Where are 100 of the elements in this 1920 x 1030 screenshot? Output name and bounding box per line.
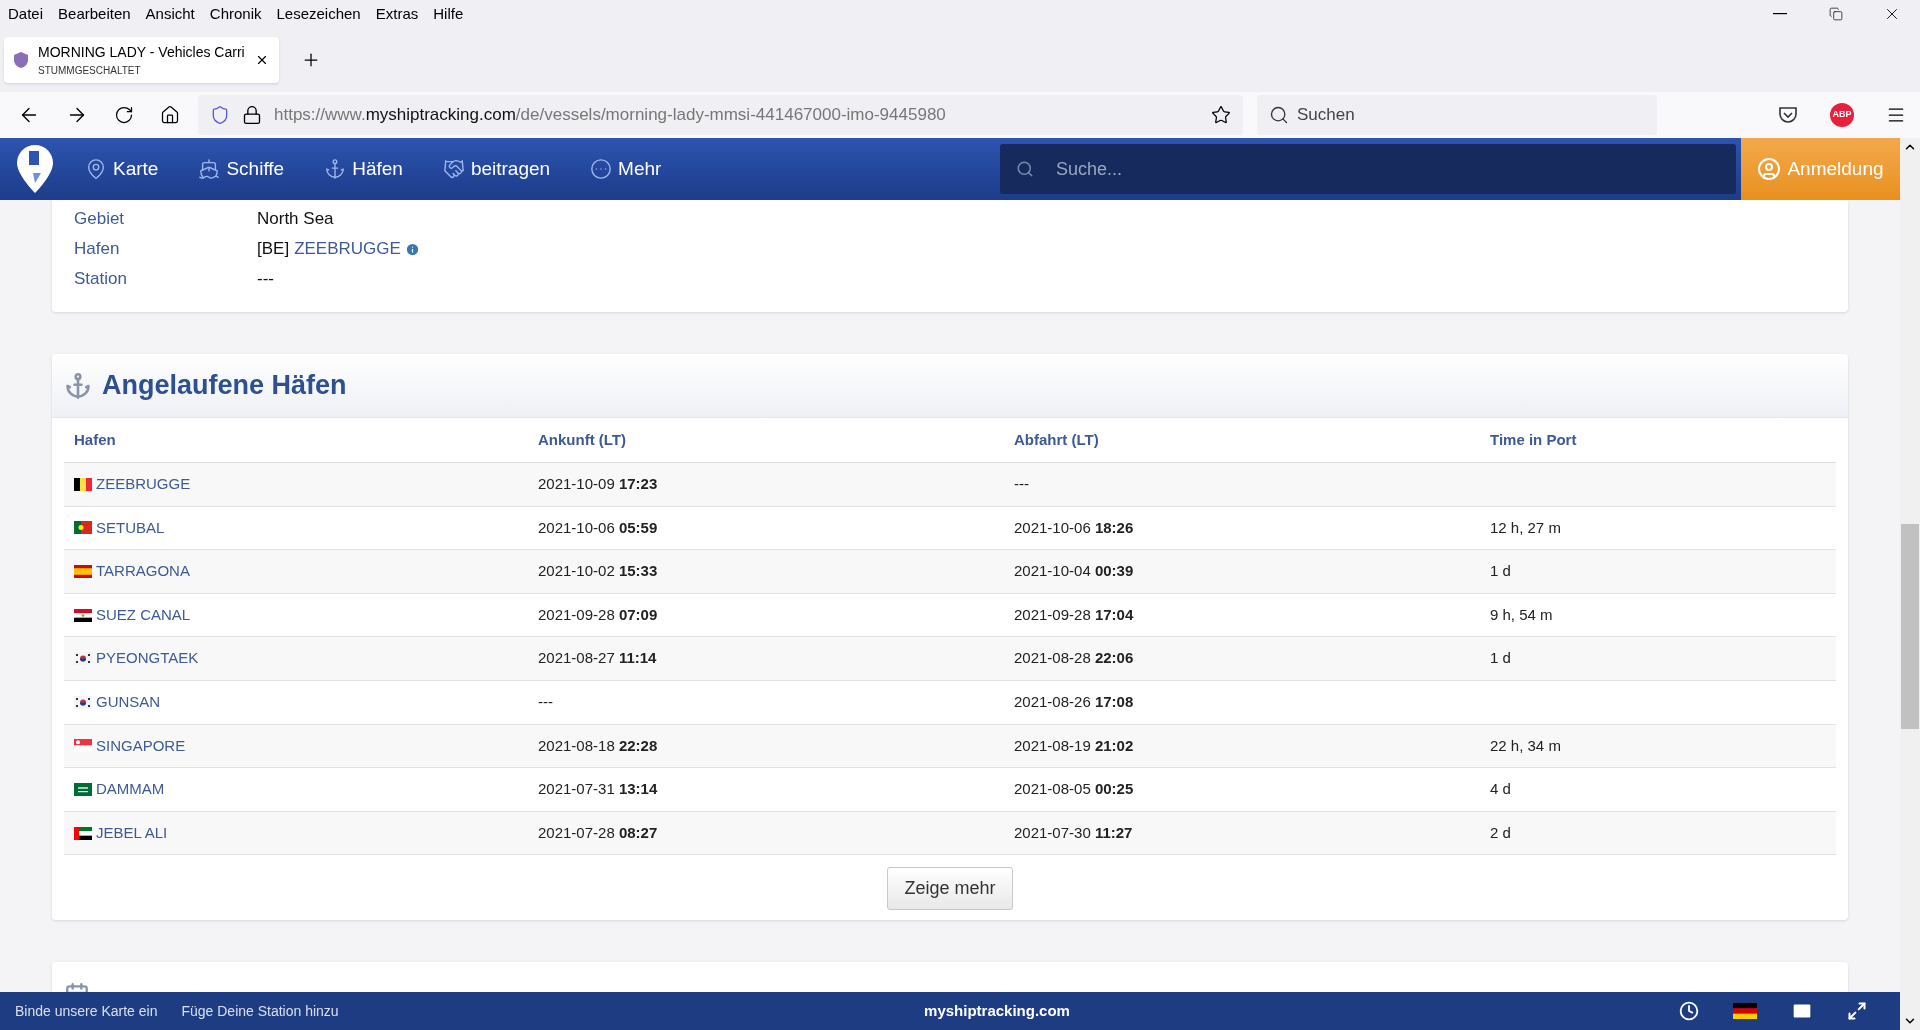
port-link[interactable]: ZEEBRUGGE bbox=[96, 473, 191, 496]
table-cell-text: 2021-07-31 13:14 bbox=[537, 779, 659, 800]
search-icon bbox=[1269, 105, 1289, 125]
scrollbar-thumb[interactable] bbox=[1901, 524, 1919, 729]
flag-icon bbox=[74, 739, 92, 753]
ship-icon bbox=[198, 158, 221, 180]
flag-icon bbox=[74, 782, 92, 796]
detail-label: Hafen bbox=[74, 238, 121, 261]
table-cell-text: 2021-10-06 18:26 bbox=[1013, 517, 1135, 538]
menu-item[interactable]: Datei bbox=[8, 2, 44, 26]
fullscreen-icon[interactable] bbox=[1847, 1001, 1867, 1021]
tab-title: MORNING LADY - Vehicles Carri bbox=[38, 43, 245, 62]
nav-link[interactable]: beitragen bbox=[442, 154, 551, 184]
minimize-icon bbox=[1773, 13, 1787, 15]
port-link[interactable]: GUNSAN bbox=[96, 691, 161, 714]
address-bar[interactable]: https://www.myshiptracking.com/de/vessels/morning-lady-mmsi-441467000-imo-9445980 bbox=[198, 95, 1243, 135]
shield-icon bbox=[210, 105, 230, 125]
adblock-icon[interactable]: ABP bbox=[1830, 103, 1854, 127]
restore-icon bbox=[1829, 7, 1843, 21]
table-cell-text: 9 h, 54 m bbox=[1489, 604, 1554, 625]
browser-tab[interactable]: MORNING LADY - Vehicles Carri STUMMGESCHALTET bbox=[4, 37, 279, 83]
pocket-icon[interactable] bbox=[1778, 106, 1798, 124]
table-cell-text: 2021-07-28 08:27 bbox=[537, 822, 659, 843]
detail-value: [BE] bbox=[257, 238, 290, 261]
column-header[interactable]: Time in Port bbox=[1480, 428, 1836, 452]
user-icon bbox=[1757, 157, 1782, 181]
port-link[interactable]: SUEZ CANAL bbox=[96, 603, 191, 627]
footer-brand: myshiptracking.com bbox=[923, 1000, 1071, 1021]
more-icon bbox=[590, 158, 613, 180]
detail-value: --- bbox=[257, 268, 274, 291]
table-cell-text: 1 d bbox=[1489, 648, 1512, 669]
table-cell-text: 2021-08-18 22:28 bbox=[537, 735, 659, 756]
flag-icon bbox=[74, 521, 92, 535]
table-cell-text: 22 h, 34 m bbox=[1489, 735, 1562, 756]
handshake-icon bbox=[442, 158, 465, 180]
menu-item[interactable]: Extras bbox=[375, 2, 419, 26]
anchor-icon bbox=[324, 158, 347, 180]
port-link[interactable]: JEBEL ALI bbox=[96, 821, 168, 845]
map-pin-icon bbox=[85, 158, 107, 180]
table-cell-text: 2021-08-19 21:02 bbox=[1013, 735, 1135, 756]
nav-link[interactable]: Häfen bbox=[324, 154, 403, 184]
reload-icon[interactable] bbox=[114, 105, 134, 125]
flag-icon bbox=[74, 652, 92, 666]
table-cell-text: --- bbox=[1013, 474, 1030, 495]
table-cell-text: 1 d bbox=[1489, 561, 1512, 582]
menu-item[interactable]: Chronik bbox=[209, 2, 262, 26]
show-more-button[interactable]: Zeige mehr bbox=[887, 867, 1013, 911]
table-cell-text: 12 h, 27 m bbox=[1489, 517, 1562, 538]
port-link[interactable]: SETUBAL bbox=[96, 516, 165, 540]
tab-subtitle: STUMMGESCHALTET bbox=[38, 64, 142, 78]
nav-link[interactable]: Karte bbox=[85, 154, 159, 184]
flag-icon bbox=[74, 826, 92, 840]
site-search-field[interactable]: Suche... bbox=[1000, 144, 1736, 194]
nav-link[interactable]: Mehr bbox=[590, 154, 662, 184]
table-cell-text: --- bbox=[537, 692, 554, 712]
scrollbar[interactable] bbox=[1900, 138, 1920, 1030]
port-link[interactable]: DAMMAM bbox=[96, 778, 165, 801]
footer-link[interactable]: Füge Deine Station hinzu bbox=[181, 1000, 339, 1022]
lock-icon bbox=[242, 105, 262, 125]
search-icon bbox=[1016, 160, 1034, 178]
table-cell-text: 2021-10-02 15:33 bbox=[537, 561, 659, 582]
clock-icon[interactable] bbox=[1679, 1001, 1699, 1021]
table-cell-text: 2021-10-06 05:59 bbox=[537, 517, 659, 538]
shield-logo-icon bbox=[14, 52, 28, 68]
logo-icon[interactable] bbox=[15, 143, 55, 195]
table-cell-text: 2021-09-28 17:04 bbox=[1013, 604, 1135, 625]
table-cell-text: 2 d bbox=[1489, 822, 1512, 843]
column-header[interactable]: Ankunft (LT) bbox=[528, 428, 1004, 452]
menu-item[interactable]: Lesezeichen bbox=[276, 2, 361, 26]
table-cell-text: 2021-09-28 07:09 bbox=[537, 604, 659, 625]
url-text: https://www.myshiptracking.com/de/vessels/morning-lady-mmsi-441467000-imo-9445980 bbox=[274, 104, 947, 127]
port-link[interactable]: PYEONGTAEK bbox=[96, 647, 199, 670]
column-header[interactable]: Abfahrt (LT) bbox=[1004, 428, 1480, 452]
info-icon[interactable] bbox=[404, 241, 420, 257]
port-link[interactable]: ZEEBRUGGE bbox=[294, 236, 401, 262]
port-link[interactable]: TARRAGONA bbox=[96, 560, 190, 583]
menu-item[interactable]: Bearbeiten bbox=[58, 2, 131, 26]
bookmark-star-icon[interactable] bbox=[1211, 105, 1231, 125]
table-cell-text: 2021-10-09 17:23 bbox=[537, 474, 659, 495]
menu-item[interactable]: Ansicht bbox=[145, 2, 195, 26]
column-header[interactable]: Hafen bbox=[64, 428, 528, 452]
flag-icon bbox=[74, 565, 92, 578]
flag-icon bbox=[74, 477, 92, 491]
table-cell-text: 2021-08-28 22:06 bbox=[1013, 648, 1135, 669]
nav-link[interactable]: Schiffe bbox=[198, 154, 285, 184]
close-tab-icon[interactable] bbox=[255, 53, 269, 67]
home-icon[interactable] bbox=[160, 105, 180, 125]
detail-label: Station bbox=[74, 268, 128, 291]
search-field[interactable]: Suchen bbox=[1257, 95, 1657, 135]
table-cell-text: 2021-07-30 11:27 bbox=[1013, 822, 1134, 843]
table-cell-text: 4 d bbox=[1489, 779, 1512, 800]
port-link[interactable]: SINGAPORE bbox=[96, 734, 186, 758]
menu-item[interactable]: Hilfe bbox=[433, 2, 464, 26]
table-cell-text: 2021-08-05 00:25 bbox=[1013, 779, 1135, 800]
table-cell-text: 2021-10-04 00:39 bbox=[1013, 561, 1135, 582]
section-title: Angelaufene Häfen bbox=[102, 369, 347, 403]
table-cell-text: 2021-08-26 17:08 bbox=[1013, 692, 1135, 712]
detail-value: North Sea bbox=[257, 208, 334, 231]
footer-link[interactable]: Binde unsere Karte ein bbox=[15, 1000, 158, 1022]
flag-icon[interactable] bbox=[1733, 1003, 1757, 1019]
